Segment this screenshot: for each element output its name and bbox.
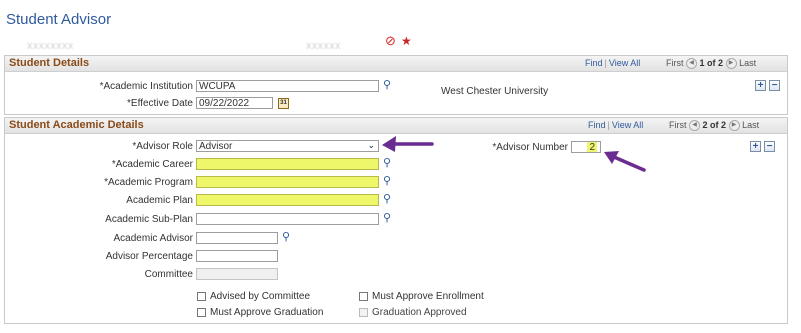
advisor-percentage-input[interactable] [196, 250, 278, 262]
annotation-arrow-icon [382, 136, 434, 152]
page-title: Student Advisor [6, 11, 112, 28]
academic-program-input[interactable] [196, 176, 379, 188]
last-label: Last [739, 58, 757, 68]
advisor-role-label: *Advisor Role [132, 141, 193, 152]
must-approve-enrollment-label: Must Approve Enrollment [372, 291, 484, 302]
prohibited-icon[interactable]: ⊘ [385, 33, 396, 49]
star-icon[interactable]: ★ [401, 34, 412, 48]
previous-icon[interactable]: ◀ [689, 120, 701, 132]
effective-date-label: *Effective Date [127, 98, 193, 109]
academic-details-pager: First ◀ 2 of 2 ▶ Last [669, 120, 760, 132]
student-details-pager: First ◀ 1 of 2 ▶ Last [666, 58, 757, 70]
row-range: 2 of 2 [702, 120, 727, 130]
find-link[interactable]: Find [588, 120, 606, 130]
academic-institution-input[interactable]: WCUPA [196, 80, 379, 92]
advisor-number-input[interactable]: 2 [571, 141, 601, 153]
effective-date-input[interactable]: 09/22/2022 [196, 97, 273, 109]
delete-row-button[interactable]: − [769, 80, 780, 91]
committee-input [196, 268, 278, 280]
next-icon[interactable]: ▶ [728, 120, 740, 132]
must-approve-graduation-checkbox[interactable] [197, 308, 206, 317]
academic-sub-plan-label: Academic Sub-Plan [105, 214, 193, 225]
graduation-approved-checkbox [359, 308, 368, 317]
student-details-header: Student Details Find | View All First ◀ 1 … [5, 56, 787, 72]
advisor-number-value: 2 [587, 142, 597, 153]
academic-plan-label: Academic Plan [126, 195, 193, 206]
search-icon[interactable]: ⚲ [383, 78, 391, 91]
advisor-role-select[interactable]: Advisor ⌄ [196, 140, 379, 152]
add-row-button[interactable]: + [755, 80, 766, 91]
search-icon[interactable]: ⚲ [383, 156, 391, 169]
delete-row-button[interactable]: − [764, 141, 775, 152]
section-title: Student Academic Details [9, 119, 144, 131]
advisor-role-value: Advisor [199, 141, 233, 152]
academic-details-nav: Find | View All [588, 120, 644, 130]
graduation-approved-label: Graduation Approved [372, 307, 467, 318]
annotation-arrow-icon [604, 151, 646, 172]
find-link[interactable]: Find [585, 58, 603, 68]
academic-plan-input[interactable] [196, 194, 379, 206]
advised-by-committee-checkbox[interactable] [197, 292, 206, 301]
view-all-link[interactable]: View All [612, 120, 643, 130]
committee-label: Committee [144, 269, 193, 280]
view-all-link[interactable]: View All [609, 58, 640, 68]
must-approve-graduation-label: Must Approve Graduation [210, 307, 324, 318]
academic-program-label: *Academic Program [104, 177, 193, 188]
last-label: Last [742, 120, 760, 130]
academic-institution-label: *Academic Institution [99, 81, 193, 92]
first-label: First [666, 58, 684, 68]
add-row-button[interactable]: + [750, 141, 761, 152]
institution-description: West Chester University [441, 86, 549, 97]
chevron-down-icon: ⌄ [367, 140, 375, 150]
student-id-blurred: XXXXXXXX [27, 42, 74, 51]
calendar-icon[interactable]: 31 [278, 98, 289, 109]
academic-advisor-input[interactable] [196, 232, 278, 244]
search-icon[interactable]: ⚲ [383, 192, 391, 205]
next-icon[interactable]: ▶ [725, 58, 737, 70]
student-details-nav: Find | View All [585, 58, 641, 68]
search-icon[interactable]: ⚲ [282, 230, 290, 243]
search-icon[interactable]: ⚲ [383, 211, 391, 224]
first-label: First [669, 120, 687, 130]
academic-career-input[interactable] [196, 158, 379, 170]
section-title: Student Details [9, 57, 90, 69]
must-approve-enrollment-checkbox[interactable] [359, 292, 368, 301]
academic-career-label: *Academic Career [111, 159, 193, 170]
academic-sub-plan-input[interactable] [196, 213, 379, 225]
academic-advisor-label: Academic Advisor [113, 233, 193, 244]
advised-by-committee-label: Advised by Committee [210, 291, 311, 302]
student-name-blurred: XXXXXX [306, 42, 342, 51]
advisor-percentage-label: Advisor Percentage [105, 251, 193, 262]
previous-icon[interactable]: ◀ [686, 58, 698, 70]
row-range: 1 of 2 [699, 58, 724, 68]
search-icon[interactable]: ⚲ [383, 174, 391, 187]
advisor-number-label: *Advisor Number [492, 142, 568, 153]
